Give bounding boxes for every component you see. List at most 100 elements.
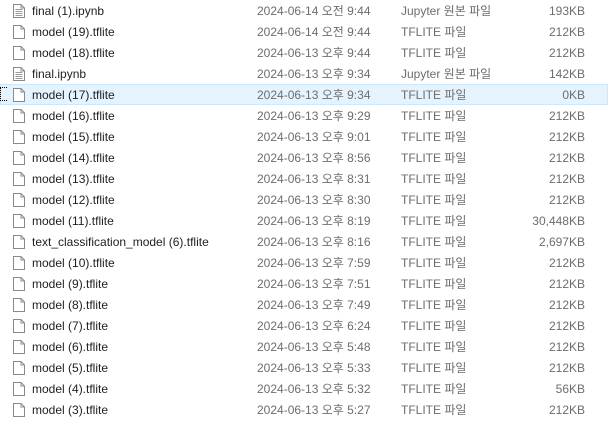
file-row[interactable]: model (16).tflite 2024-06-13 오후 9:29 TFLIT… xyxy=(0,105,608,126)
file-icon xyxy=(13,109,25,123)
file-name: text_classification_model (6).tflite xyxy=(32,235,209,249)
file-size: 212KB xyxy=(548,340,585,354)
file-date: 2024-06-13 오후 7:49 xyxy=(257,298,371,312)
file-size: 212KB xyxy=(548,403,585,417)
file-row[interactable]: model (7).tflite 2024-06-13 오후 6:24 TFLITE… xyxy=(0,315,608,336)
file-row[interactable]: model (15).tflite 2024-06-13 오후 9:01 TFLIT… xyxy=(0,126,608,147)
file-type: TFLITE 파일 xyxy=(401,256,467,270)
file-row[interactable]: model (4).tflite 2024-06-13 오후 5:32 TFLITE… xyxy=(0,378,608,399)
file-row[interactable]: model (14).tflite 2024-06-13 오후 8:56 TFLIT… xyxy=(0,147,608,168)
file-row[interactable]: final.ipynb 2024-06-13 오후 9:34 Jupyter 원본 … xyxy=(0,63,608,84)
file-size: 212KB xyxy=(548,256,585,270)
file-icon xyxy=(13,403,25,417)
file-type: TFLITE 파일 xyxy=(401,319,467,333)
file-name: model (13).tflite xyxy=(32,172,115,186)
file-row[interactable]: model (5).tflite 2024-06-13 오후 5:33 TFLITE… xyxy=(0,357,608,378)
file-size: 212KB xyxy=(548,109,585,123)
file-row[interactable]: model (13).tflite 2024-06-13 오후 8:31 TFLIT… xyxy=(0,168,608,189)
file-icon xyxy=(13,25,25,39)
file-date: 2024-06-13 오후 5:27 xyxy=(257,403,371,417)
file-row[interactable]: text_classification_model (6).tflite 2024… xyxy=(0,231,608,252)
file-name: model (5).tflite xyxy=(32,361,109,375)
file-type: TFLITE 파일 xyxy=(401,172,467,186)
file-name: model (3).tflite xyxy=(32,403,109,417)
file-size: 0KB xyxy=(562,88,585,102)
file-date: 2024-06-13 오후 8:31 xyxy=(257,172,371,186)
file-row[interactable]: model (10).tflite 2024-06-13 오후 7:59 TFLIT… xyxy=(0,252,608,273)
file-size: 212KB xyxy=(548,319,585,333)
file-type: TFLITE 파일 xyxy=(401,46,467,60)
file-type: TFLITE 파일 xyxy=(401,109,467,123)
file-size: 212KB xyxy=(548,172,585,186)
file-date: 2024-06-13 오후 9:34 xyxy=(257,88,371,102)
file-date: 2024-06-13 오후 8:16 xyxy=(257,235,371,249)
file-row[interactable]: model (9).tflite 2024-06-13 오후 7:51 TFLITE… xyxy=(0,273,608,294)
file-icon xyxy=(13,298,25,312)
file-icon xyxy=(13,88,25,102)
file-size: 212KB xyxy=(548,277,585,291)
file-name: model (7).tflite xyxy=(32,319,109,333)
file-size: 212KB xyxy=(548,130,585,144)
file-date: 2024-06-13 오후 5:32 xyxy=(257,382,371,396)
file-size: 212KB xyxy=(548,361,585,375)
file-icon xyxy=(13,382,25,396)
file-size: 212KB xyxy=(548,25,585,39)
file-row[interactable]: model (8).tflite 2024-06-13 오후 7:49 TFLITE… xyxy=(0,294,608,315)
file-type: TFLITE 파일 xyxy=(401,235,467,249)
file-size: 212KB xyxy=(548,151,585,165)
file-date: 2024-06-13 오후 5:33 xyxy=(257,361,371,375)
file-size: 212KB xyxy=(548,46,585,60)
file-list: final (1).ipynb 2024-06-14 오전 9:44 Jupyter… xyxy=(0,0,608,420)
file-row[interactable]: final (1).ipynb 2024-06-14 오전 9:44 Jupyter… xyxy=(0,0,608,21)
file-icon xyxy=(13,256,25,270)
file-name: model (6).tflite xyxy=(32,340,109,354)
file-date: 2024-06-13 오후 9:34 xyxy=(257,67,371,81)
file-date: 2024-06-13 오후 9:01 xyxy=(257,130,371,144)
file-type: Jupyter 원본 파일 xyxy=(401,4,492,18)
file-date: 2024-06-13 오후 9:29 xyxy=(257,109,371,123)
text-file-icon xyxy=(13,67,25,81)
file-type: TFLITE 파일 xyxy=(401,277,467,291)
file-icon xyxy=(13,214,25,228)
file-name: model (4).tflite xyxy=(32,382,109,396)
file-row[interactable]: model (18).tflite 2024-06-13 오후 9:44 TFLIT… xyxy=(0,42,608,63)
file-type: TFLITE 파일 xyxy=(401,403,467,417)
file-name: model (12).tflite xyxy=(32,193,115,207)
file-row[interactable]: model (19).tflite 2024-06-14 오전 9:44 TFLIT… xyxy=(0,21,608,42)
file-name: model (15).tflite xyxy=(32,130,115,144)
file-name: model (17).tflite xyxy=(32,88,115,102)
file-icon xyxy=(13,361,25,375)
file-size: 193KB xyxy=(548,4,585,18)
file-icon xyxy=(13,193,25,207)
file-date: 2024-06-13 오후 8:30 xyxy=(257,193,371,207)
file-size: 212KB xyxy=(548,298,585,312)
file-type: TFLITE 파일 xyxy=(401,382,467,396)
file-row[interactable]: model (6).tflite 2024-06-13 오후 5:48 TFLITE… xyxy=(0,336,608,357)
file-date: 2024-06-13 오후 7:51 xyxy=(257,277,371,291)
file-type: TFLITE 파일 xyxy=(401,340,467,354)
file-icon xyxy=(13,277,25,291)
file-icon xyxy=(13,172,25,186)
file-row[interactable]: model (17).tflite 2024-06-13 오후 9:34 TFLIT… xyxy=(0,84,608,105)
text-file-icon xyxy=(13,4,25,18)
file-date: 2024-06-13 오후 6:24 xyxy=(257,319,371,333)
file-size: 142KB xyxy=(548,67,585,81)
file-row[interactable]: model (3).tflite 2024-06-13 오후 5:27 TFLITE… xyxy=(0,399,608,420)
file-size: 2,697KB xyxy=(538,235,585,249)
file-type: TFLITE 파일 xyxy=(401,88,467,102)
file-date: 2024-06-13 오후 8:56 xyxy=(257,151,371,165)
file-type: Jupyter 원본 파일 xyxy=(401,67,492,81)
file-type: TFLITE 파일 xyxy=(401,214,467,228)
file-type: TFLITE 파일 xyxy=(401,298,467,312)
file-name: model (10).tflite xyxy=(32,256,115,270)
file-date: 2024-06-13 오후 5:48 xyxy=(257,340,371,354)
file-row[interactable]: model (11).tflite 2024-06-13 오후 8:19 TFLIT… xyxy=(0,210,608,231)
file-type: TFLITE 파일 xyxy=(401,130,467,144)
file-date: 2024-06-13 오후 8:19 xyxy=(257,214,371,228)
file-name: model (8).tflite xyxy=(32,298,109,312)
file-row[interactable]: model (12).tflite 2024-06-13 오후 8:30 TFLIT… xyxy=(0,189,608,210)
file-date: 2024-06-13 오후 7:59 xyxy=(257,256,371,270)
file-name: model (14).tflite xyxy=(32,151,115,165)
file-name: model (19).tflite xyxy=(32,25,115,39)
file-icon xyxy=(13,46,25,60)
